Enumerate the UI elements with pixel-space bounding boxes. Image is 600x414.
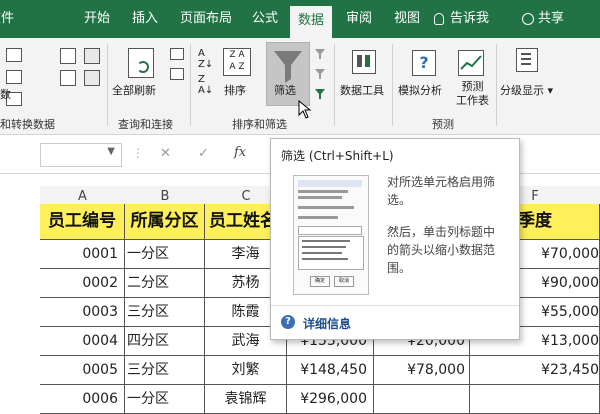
filter-preview-image: 确定 取消 xyxy=(293,175,369,295)
forecast-sheet-button[interactable]: 预测 工作表 xyxy=(456,80,489,108)
employee-id-cell[interactable]: 0001 xyxy=(40,240,125,269)
tab-page-layout[interactable]: 页面布局 xyxy=(180,0,232,38)
preview-ok: 确定 xyxy=(310,276,330,287)
region-cell[interactable]: 三分区 xyxy=(125,356,205,385)
tell-me-label: 告诉我 xyxy=(450,11,490,26)
region-cell[interactable]: 四分区 xyxy=(125,327,205,356)
help-icon[interactable]: ? xyxy=(281,315,295,329)
sort-icon[interactable]: Z AA Z xyxy=(223,48,251,76)
divider xyxy=(496,44,497,126)
sort-za-icon[interactable]: Z A↓ xyxy=(198,74,213,96)
group-label-sort-filter: 排序和筛选 xyxy=(232,118,287,131)
ribbon: 数 全部刷新 A Z↓ Z A↓ Z AA Z 排序 筛选 数据工具 ? 模拟分析 xyxy=(0,38,600,135)
group-label-queries: 查询和连接 xyxy=(118,118,173,131)
existing-connections-icon[interactable] xyxy=(60,70,76,86)
divider xyxy=(334,44,335,126)
tooltip-description-1: 对所选单元格启用筛选。 xyxy=(387,175,496,207)
forecast-label-line1: 预测 xyxy=(461,80,484,93)
more-info-link[interactable]: 详细信息 xyxy=(303,315,351,332)
group-label-forecast: 预测 xyxy=(432,118,454,131)
column-e-cell[interactable]: ¥78,000 xyxy=(374,356,470,385)
employee-id-cell[interactable]: 0003 xyxy=(40,298,125,327)
column-d-cell[interactable]: ¥148,450 xyxy=(287,356,374,385)
lightbulb-icon xyxy=(434,12,444,25)
data-tools-button[interactable]: 数据工具 xyxy=(340,82,384,98)
from-web-icon[interactable] xyxy=(6,70,22,84)
employee-id-cell[interactable]: 0004 xyxy=(40,327,125,356)
share-button[interactable]: 共享 xyxy=(522,0,564,38)
queries-icon[interactable] xyxy=(84,48,100,64)
tab-formulas[interactable]: 公式 xyxy=(252,0,278,38)
properties-icon[interactable] xyxy=(84,70,100,86)
cancel-icon[interactable]: ✕ xyxy=(160,146,171,161)
tooltip-divider xyxy=(271,305,519,306)
insert-function-icon[interactable]: fx xyxy=(234,145,246,160)
group-label-get-transform: 和转换数据 xyxy=(0,118,55,131)
mouse-cursor-icon xyxy=(298,100,312,119)
sort-az-icon[interactable]: A Z↓ xyxy=(198,48,213,70)
advanced-filter-icon[interactable] xyxy=(314,88,326,100)
menu-bar: 文件 开始 插入 页面布局 公式 数据 审阅 视图 告诉我 共享 xyxy=(0,0,600,38)
region-cell[interactable]: 三分区 xyxy=(125,298,205,327)
what-if-button[interactable]: 模拟分析 xyxy=(398,82,442,98)
tooltip-title: 筛选 (Ctrl+Shift+L) xyxy=(281,149,394,163)
reapply-filter-icon[interactable] xyxy=(314,68,326,80)
recent-sources-icon[interactable] xyxy=(60,48,76,64)
divider xyxy=(107,44,108,126)
sort-button[interactable]: 排序 xyxy=(224,82,246,98)
confirm-icon[interactable]: ✓ xyxy=(198,146,209,161)
outline-icon[interactable] xyxy=(516,48,538,72)
get-data-partial-label[interactable]: 数 xyxy=(0,86,11,102)
tab-review[interactable]: 审阅 xyxy=(346,0,372,38)
forecast-sheet-icon[interactable] xyxy=(458,50,484,76)
table-header-region[interactable]: 所属分区 xyxy=(125,204,205,240)
tell-me[interactable]: 告诉我 xyxy=(434,0,489,38)
employee-name-cell[interactable]: 刘繁 xyxy=(205,356,287,385)
name-box[interactable]: ▼ xyxy=(40,143,122,167)
data-tools-icon[interactable] xyxy=(352,50,376,74)
refresh-all-button[interactable]: 全部刷新 xyxy=(112,82,156,98)
tooltip-description-2: 然后，单击列标题中的箭头以缩小数据范围。 xyxy=(387,225,496,275)
tab-file[interactable]: 文件 xyxy=(0,0,28,38)
preview-cancel: 取消 xyxy=(334,276,354,287)
tab-insert[interactable]: 插入 xyxy=(132,0,158,38)
connections-icon[interactable] xyxy=(170,48,184,60)
divider xyxy=(392,44,393,126)
tab-view[interactable]: 视图 xyxy=(394,0,420,38)
vertical-dots-icon: ⋮ xyxy=(132,146,144,160)
clear-filter-icon[interactable] xyxy=(314,48,326,60)
forecast-label-line2: 工作表 xyxy=(456,94,489,107)
outline-label: 分级显示 xyxy=(500,84,544,97)
filter-tooltip: 筛选 (Ctrl+Shift+L) 确定 取消 对所选单元格启用筛选。 然后，单… xyxy=(270,138,520,340)
divider xyxy=(190,44,191,126)
table-header-employee-id[interactable]: 员工编号 xyxy=(40,204,125,240)
tab-data[interactable]: 数据 xyxy=(290,6,333,38)
refresh-all-icon[interactable] xyxy=(128,48,154,78)
funnel-icon xyxy=(274,51,302,83)
what-if-icon[interactable]: ? xyxy=(412,50,436,76)
edit-links-icon[interactable] xyxy=(170,68,184,80)
from-text-icon[interactable] xyxy=(6,48,22,62)
outline-button[interactable]: 分级显示 ▾ xyxy=(500,82,553,98)
quarter-cell[interactable]: ¥23,450 xyxy=(470,356,600,385)
employee-id-cell[interactable]: 0005 xyxy=(40,356,125,385)
chevron-down-icon[interactable]: ▼ xyxy=(107,146,115,157)
filter-button[interactable]: 筛选 xyxy=(274,82,296,98)
region-cell[interactable]: 二分区 xyxy=(125,269,205,298)
tab-home[interactable]: 开始 xyxy=(84,0,110,38)
region-cell[interactable]: 一分区 xyxy=(125,240,205,269)
employee-id-cell[interactable]: 0002 xyxy=(40,269,125,298)
person-icon xyxy=(522,12,534,25)
share-label: 共享 xyxy=(538,11,565,26)
